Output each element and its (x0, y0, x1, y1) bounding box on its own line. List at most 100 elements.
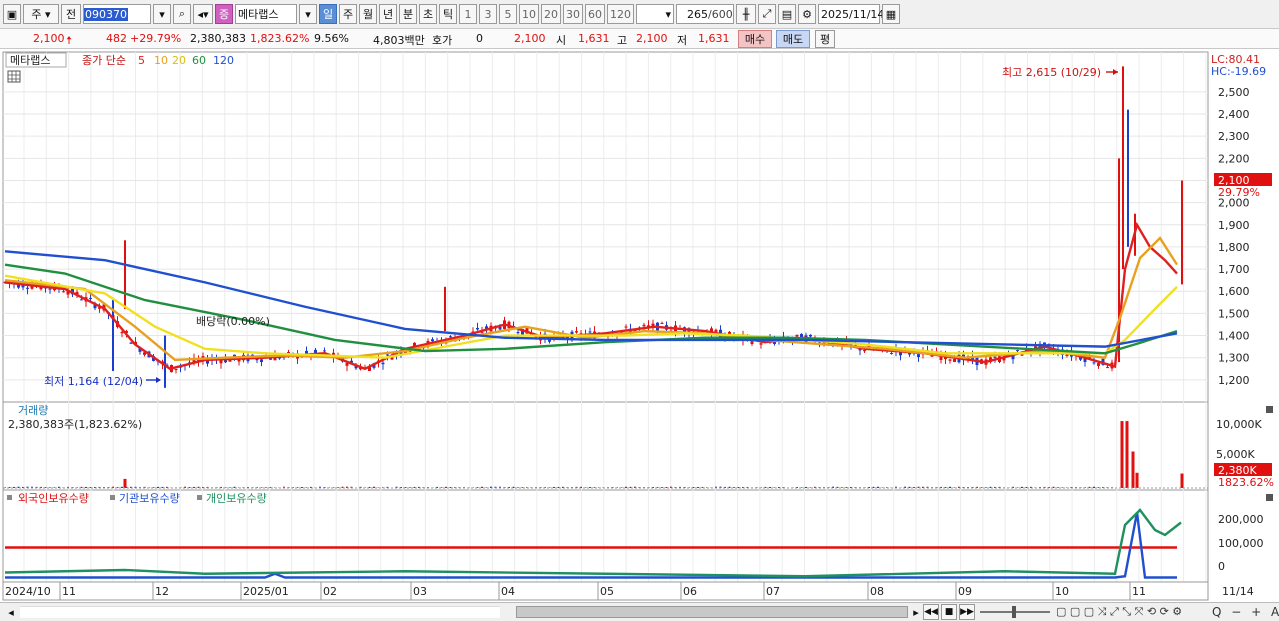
volume-bar (841, 487, 843, 488)
volume-bar (697, 487, 699, 488)
volume-value: 2,380,383 (190, 32, 246, 45)
hold-tick-0: 0 (1218, 560, 1225, 573)
ma-60-label[interactable]: 60 (192, 54, 206, 67)
x-axis-tick: 11 (1132, 585, 1146, 598)
interval-3[interactable]: 3 (479, 4, 497, 24)
volume-bar (913, 487, 915, 488)
price-tick: 1,800 (1218, 241, 1250, 254)
x-axis-tick: 12 (155, 585, 169, 598)
speaker-icon[interactable]: ◂▾ (193, 4, 213, 24)
candle-body (314, 349, 317, 353)
type-select[interactable]: 주 ▾ (23, 4, 59, 24)
gear-icon[interactable]: ⚙ (798, 4, 816, 24)
volume-panel-close-icon[interactable] (1266, 406, 1273, 413)
candle-body (624, 326, 628, 328)
period-second[interactable]: 초 (419, 4, 437, 24)
interval-120[interactable]: 120 (607, 4, 634, 24)
scroll-left-icon[interactable]: ◂ (4, 605, 18, 619)
last-icon[interactable]: ▶▶ (959, 604, 975, 620)
volume-bar (265, 487, 267, 488)
interval-30[interactable]: 30 (563, 4, 583, 24)
candle-body (476, 327, 479, 330)
hold-tick-100000: 100,000 (1218, 537, 1264, 550)
first-icon[interactable]: ◀◀ (923, 604, 939, 620)
candle-body (305, 350, 308, 354)
buy-button[interactable]: 매수 (738, 30, 772, 48)
stock-name-field[interactable]: 메타랩스 (235, 4, 297, 24)
type-label: 주 (31, 8, 42, 21)
table-icon[interactable] (7, 70, 21, 83)
volume-bar (337, 487, 339, 488)
avg-button[interactable]: 평 (815, 30, 835, 48)
code-input[interactable]: 090370 (83, 4, 151, 24)
volume-title[interactable]: 거래량 (18, 404, 48, 417)
volume-bar (733, 487, 735, 488)
volume-bar (625, 486, 627, 488)
ma-5-label[interactable]: 5 (138, 54, 145, 67)
x-axis-tick: 2025/01 (243, 585, 289, 598)
interval-10[interactable]: 10 (519, 4, 539, 24)
ma-20-label[interactable]: 20 (172, 54, 186, 67)
scroll-track[interactable] (20, 606, 500, 618)
hoga-label: 호가 (432, 34, 453, 47)
volume-value-text: 2,380,383주(1,823.62%) (8, 418, 142, 431)
volume-bar (877, 486, 879, 488)
period-minute[interactable]: 분 (399, 4, 417, 24)
zoom-controls[interactable]: Q − + A (1212, 605, 1279, 619)
candle-body (62, 291, 65, 293)
scroll-right-icon[interactable]: ▸ (910, 604, 922, 620)
individual-legend[interactable]: 개인보유수량 (206, 492, 267, 505)
ma-title[interactable]: 종가 단순 (82, 54, 126, 67)
current-price: 2,100 (33, 32, 65, 45)
calendar-icon[interactable]: ▦ (882, 4, 900, 24)
count-input[interactable]: 265/600 (676, 4, 734, 24)
window-menu-icon[interactable]: ▣ (3, 4, 21, 24)
interval-60[interactable]: 60 (585, 4, 605, 24)
interval-5[interactable]: 5 (499, 4, 517, 24)
candle-body (129, 342, 133, 344)
period-tick[interactable]: 틱 (439, 4, 457, 24)
hoga-value: 0 (476, 32, 483, 45)
name-dropdown-icon[interactable]: ▾ (299, 4, 317, 24)
high-label: 고 (617, 34, 628, 47)
period-week[interactable]: 주 (339, 4, 357, 24)
prev-button[interactable]: 전 (61, 4, 81, 24)
stop-icon[interactable]: ■ (941, 604, 957, 620)
volume-bar (13, 486, 15, 488)
holding-panel-close-icon[interactable] (1266, 494, 1273, 501)
candle-body (449, 336, 452, 338)
candle-body (795, 334, 799, 337)
low-annotation: 최저 1,164 (12/04) (44, 375, 143, 388)
search-icon[interactable]: ⌕ (173, 4, 191, 24)
scroll-thumb[interactable] (516, 606, 908, 618)
interval-20[interactable]: 20 (541, 4, 561, 24)
price-tick: 1,700 (1218, 263, 1250, 276)
interval-1[interactable]: 1 (459, 4, 477, 24)
draw-tool-icon[interactable]: ⤢ (758, 4, 776, 24)
volume-spike (1135, 472, 1139, 488)
volume-bar (769, 487, 771, 488)
candle-body (431, 339, 434, 342)
foreign-legend[interactable]: 외국인보유수량 (18, 492, 89, 505)
x-axis-tick: 08 (870, 585, 884, 598)
price-tick: 1,300 (1218, 352, 1250, 365)
volume-bar (85, 486, 87, 488)
period-year[interactable]: 년 (379, 4, 397, 24)
zoom-slider-thumb[interactable] (1012, 606, 1016, 618)
volume-bar (373, 486, 375, 488)
candle-type-icon[interactable]: ╫ (736, 4, 756, 24)
chart-tools-icons[interactable]: ▢ ▢ ▢ ⤨ ⤢ ⤡ ⤧ ⟲ ⟳ ⚙ (1056, 605, 1182, 619)
dropdown-icon[interactable]: ▾ (153, 4, 171, 24)
institution-legend[interactable]: 기관보유수량 (119, 492, 180, 505)
save-icon[interactable]: ▤ (778, 4, 796, 24)
chart-area[interactable]: 메타랩스 종가 단순 5 10 20 60 120 LC:80.41 HC:-1… (0, 50, 1279, 602)
period-month[interactable]: 월 (359, 4, 377, 24)
period-day[interactable]: 일 (319, 4, 337, 24)
sell-button[interactable]: 매도 (776, 30, 810, 48)
date-input[interactable]: 2025/11/14 (818, 4, 884, 24)
ma-10-label[interactable]: 10 (154, 54, 168, 67)
interval-custom-input[interactable]: ▾ (636, 4, 674, 24)
volume-bar (157, 486, 159, 488)
name-tag[interactable]: 메타랩스 (10, 54, 50, 67)
ma-120-label[interactable]: 120 (213, 54, 234, 67)
